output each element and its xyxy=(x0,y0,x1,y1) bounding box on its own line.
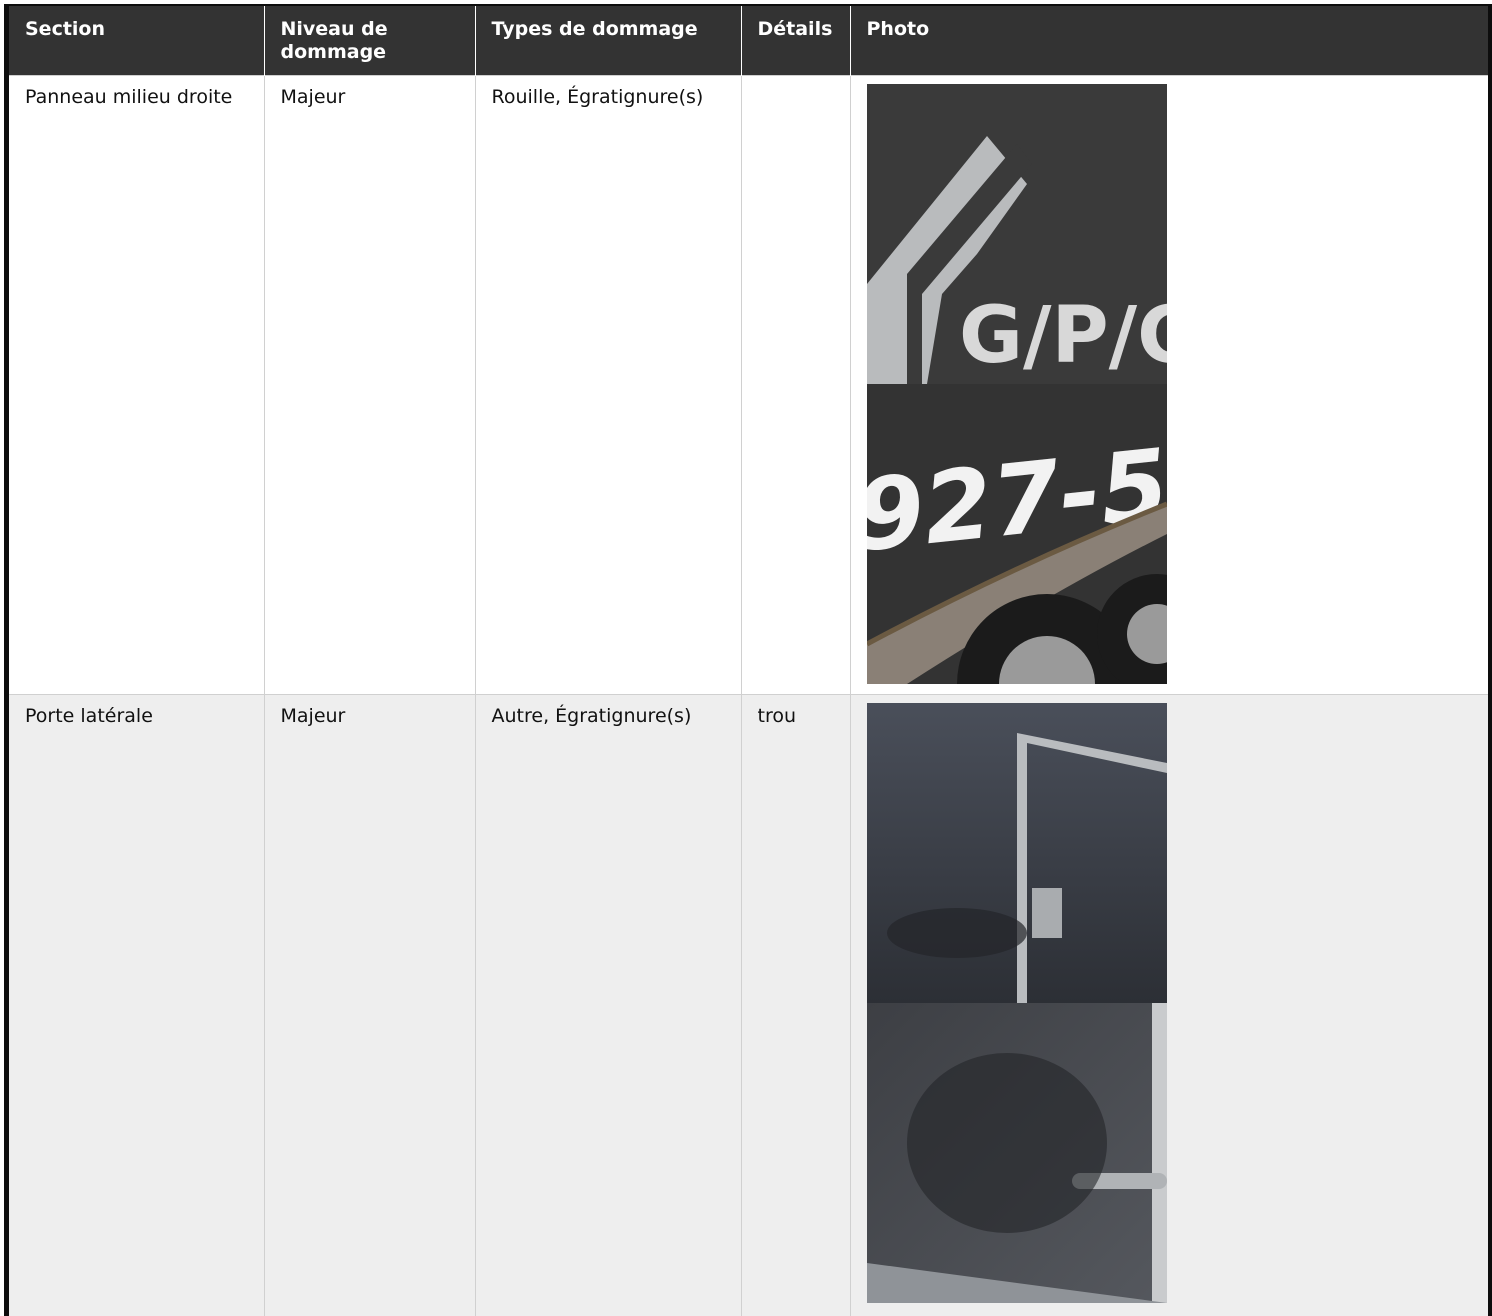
photo-logo-text: G/P/C xyxy=(959,291,1167,381)
damage-photo[interactable]: 927-5932 xyxy=(867,384,1167,684)
header-details: Détails xyxy=(741,6,850,76)
cell-details xyxy=(741,76,850,695)
damage-table: Section Niveau de dommage Types de domma… xyxy=(9,6,1488,1316)
cell-section: Porte latérale xyxy=(9,695,264,1316)
header-photo: Photo xyxy=(850,6,1488,76)
report-frame: Section Niveau de dommage Types de domma… xyxy=(4,4,1492,1316)
header-types: Types de dommage xyxy=(475,6,741,76)
cell-photo xyxy=(850,695,1488,1316)
header-row: Section Niveau de dommage Types de domma… xyxy=(9,6,1488,76)
table-row: Panneau milieu droite Majeur Rouille, Ég… xyxy=(9,76,1488,695)
damage-photo[interactable] xyxy=(867,1003,1167,1303)
table-row: Porte latérale Majeur Autre, Égratignure… xyxy=(9,695,1488,1316)
table-header: Section Niveau de dommage Types de domma… xyxy=(9,6,1488,76)
header-section: Section xyxy=(9,6,264,76)
cell-level: Majeur xyxy=(264,76,475,695)
damage-photo[interactable]: G/P/C xyxy=(867,84,1167,384)
cell-details: trou xyxy=(741,695,850,1316)
cell-types: Rouille, Égratignure(s) xyxy=(475,76,741,695)
cell-photo: G/P/C 927-5932 xyxy=(850,76,1488,695)
header-level: Niveau de dommage xyxy=(264,6,475,76)
cell-types: Autre, Égratignure(s) xyxy=(475,695,741,1316)
cell-level: Majeur xyxy=(264,695,475,1316)
cell-section: Panneau milieu droite xyxy=(9,76,264,695)
damage-photo[interactable] xyxy=(867,703,1167,1003)
